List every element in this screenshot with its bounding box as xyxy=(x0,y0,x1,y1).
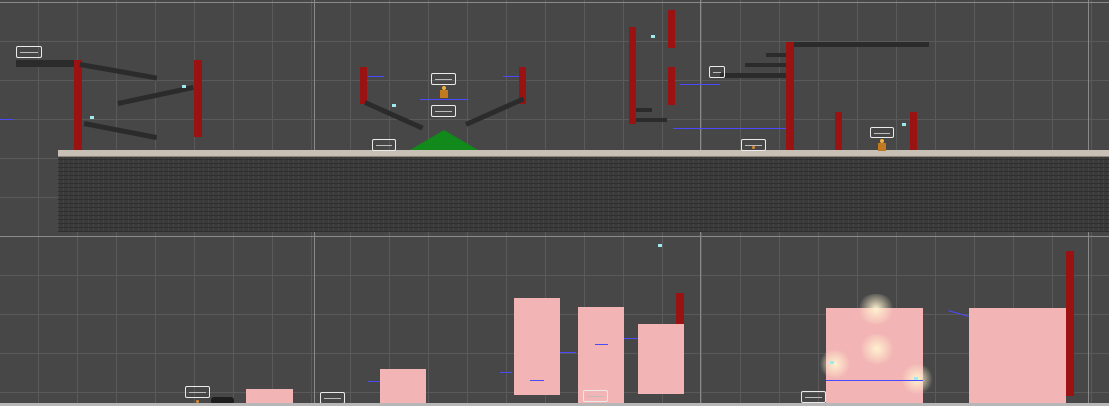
trigger-line xyxy=(530,380,544,381)
red-pillar[interactable] xyxy=(1066,251,1074,396)
platform-beam[interactable] xyxy=(720,73,788,78)
trigger-line xyxy=(680,84,720,85)
platform-beam[interactable] xyxy=(636,108,652,112)
sloped-beam[interactable] xyxy=(83,121,158,141)
trigger-line xyxy=(826,380,923,381)
particle-icon xyxy=(90,116,94,119)
trigger-zone[interactable] xyxy=(969,308,1066,406)
trigger-line xyxy=(560,352,576,353)
trigger-line xyxy=(0,119,14,120)
major-grid-line xyxy=(0,2,1109,3)
camera-gizmo-icon[interactable] xyxy=(431,105,456,117)
ground-surface xyxy=(58,150,1109,157)
scene-viewport[interactable] xyxy=(0,0,1109,406)
camera-gizmo-icon[interactable] xyxy=(372,139,396,151)
light-source xyxy=(818,350,852,378)
trigger-line xyxy=(503,76,519,77)
sloped-beam[interactable] xyxy=(79,62,158,81)
trigger-line xyxy=(624,338,638,339)
trigger-line xyxy=(595,344,608,345)
light-source xyxy=(856,294,896,324)
platform-beam[interactable] xyxy=(16,60,78,67)
trigger-zone[interactable] xyxy=(638,324,684,394)
camera-gizmo-icon[interactable] xyxy=(709,66,725,78)
red-pillar[interactable] xyxy=(74,60,82,150)
red-pillar[interactable] xyxy=(629,27,636,124)
platform-beam[interactable] xyxy=(636,118,667,122)
camera-gizmo-icon[interactable] xyxy=(801,391,826,403)
red-pillar[interactable] xyxy=(676,293,684,324)
trigger-line xyxy=(500,372,512,373)
platform-beam[interactable] xyxy=(745,63,788,67)
trigger-line xyxy=(948,310,969,317)
platform-beam[interactable] xyxy=(766,53,788,57)
red-pillar[interactable] xyxy=(910,112,917,150)
trigger-line xyxy=(673,128,786,129)
trigger-line xyxy=(368,76,384,77)
red-pillar[interactable] xyxy=(194,60,202,137)
sloped-beam[interactable] xyxy=(117,85,194,106)
red-pillar[interactable] xyxy=(835,112,842,150)
player-sprite-icon[interactable] xyxy=(439,86,449,98)
red-pillar[interactable] xyxy=(668,67,675,105)
camera-gizmo-icon[interactable] xyxy=(16,46,42,58)
light-source xyxy=(858,334,896,364)
particle-icon xyxy=(914,377,918,380)
particle-icon xyxy=(392,104,396,107)
particle-icon xyxy=(902,123,906,126)
red-pillar[interactable] xyxy=(668,10,675,48)
ground-platform[interactable] xyxy=(58,150,1109,232)
trigger-line xyxy=(368,381,380,382)
camera-gizmo-icon[interactable] xyxy=(583,390,608,402)
camera-gizmo-icon[interactable] xyxy=(870,127,894,138)
platform-beam[interactable] xyxy=(792,42,929,47)
red-pillar[interactable] xyxy=(786,42,794,150)
camera-gizmo-icon[interactable] xyxy=(185,386,210,398)
major-grid-line xyxy=(0,236,1109,237)
camera-gizmo-icon[interactable] xyxy=(741,139,766,151)
particle-icon xyxy=(182,85,186,88)
trigger-zone[interactable] xyxy=(380,369,426,406)
sloped-beam[interactable] xyxy=(464,96,525,127)
particle-icon xyxy=(830,361,834,364)
trigger-zone[interactable] xyxy=(578,307,624,403)
player-sprite-icon[interactable] xyxy=(877,139,887,151)
particle-icon xyxy=(651,35,655,38)
camera-gizmo-icon[interactable] xyxy=(431,73,456,85)
red-pillar[interactable] xyxy=(360,67,367,104)
pickup-icon xyxy=(752,146,755,149)
trigger-line xyxy=(420,99,468,100)
particle-icon xyxy=(658,244,662,247)
green-ramp[interactable] xyxy=(410,130,478,150)
